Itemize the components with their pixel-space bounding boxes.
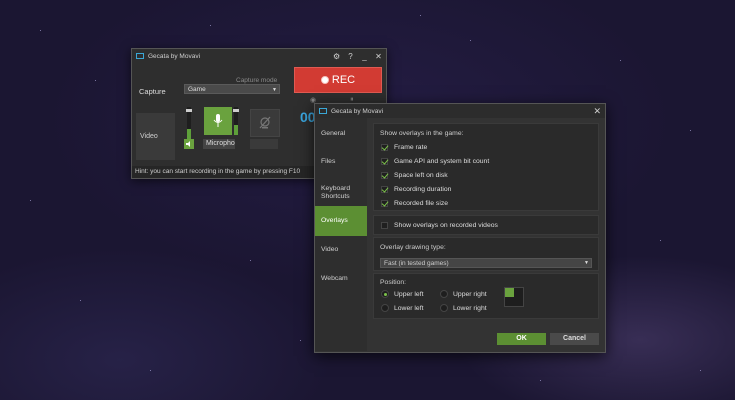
main-titlebar: Gecata by Movavi ⚙ ? _ ✕ <box>132 49 386 63</box>
radio-label: Upper left <box>394 290 424 298</box>
drawing-type-label: Overlay drawing type: <box>380 244 446 251</box>
volume-level-fill <box>187 129 191 139</box>
capture-mode-value: Game <box>188 86 206 93</box>
checkbox-space-left[interactable]: Space left on disk <box>381 172 448 179</box>
checkbox-checked-icon <box>381 158 388 165</box>
capture-mode-label: Capture mode <box>236 77 278 84</box>
mic-slider-handle[interactable] <box>233 109 239 112</box>
cancel-button[interactable]: Cancel <box>550 333 599 345</box>
video-label: Video <box>140 133 158 140</box>
app-logo-icon <box>319 108 327 114</box>
checkbox-label: Recorded file size <box>394 200 449 207</box>
checkbox-label: Frame rate <box>394 144 428 151</box>
sidebar-item-overlays[interactable]: Overlays <box>315 206 367 236</box>
chevron-down-icon: ▼ <box>584 260 589 266</box>
help-icon[interactable]: ? <box>347 52 354 60</box>
checkbox-recorded-file-size[interactable]: Recorded file size <box>381 200 448 207</box>
drawing-type-select[interactable]: Fast (in tested games) ▼ <box>380 258 592 268</box>
radio-lower-right[interactable]: Lower right <box>440 304 487 312</box>
microphone-device-select[interactable]: Microphone <box>203 139 235 149</box>
radio-upper-left[interactable]: Upper left <box>381 290 423 298</box>
radio-label: Lower left <box>394 304 424 312</box>
close-icon[interactable]: ✕ <box>375 52 382 60</box>
capture-label: Capture <box>139 87 166 96</box>
checkbox-label: Space left on disk <box>394 172 448 179</box>
position-preview <box>504 287 524 307</box>
microphone-icon <box>213 114 223 127</box>
app-logo-icon <box>136 53 144 59</box>
checkbox-checked-icon <box>381 186 388 193</box>
position-panel: Position: Upper left Upper right Lower l… <box>373 273 599 319</box>
mic-level-fill <box>234 125 238 135</box>
minimize-icon[interactable]: _ <box>361 52 368 60</box>
settings-sidebar: General Files Keyboard Shortcuts Overlay… <box>315 118 367 351</box>
microphone-volume-slider[interactable] <box>233 107 239 135</box>
record-label: REC <box>331 74 356 86</box>
sidebar-item-files[interactable]: Files <box>315 158 367 165</box>
overlay-options-panel: Show overlays in the game: Frame rate Ga… <box>373 123 599 211</box>
checkbox-checked-icon <box>381 144 388 151</box>
video-source-panel: Video <box>136 113 175 160</box>
webcam-toggle-button[interactable] <box>250 109 280 137</box>
capture-mode-select[interactable]: Game ▼ <box>184 84 280 94</box>
microphone-toggle-button[interactable] <box>204 107 232 135</box>
volume-slider-handle[interactable] <box>186 109 192 112</box>
radio-lower-left[interactable]: Lower left <box>381 304 423 312</box>
radio-unselected-icon <box>440 304 448 312</box>
drawing-type-panel: Overlay drawing type: Fast (in tested ga… <box>373 237 599 271</box>
radio-label: Upper right <box>453 290 487 298</box>
position-preview-highlight <box>505 288 514 297</box>
checkbox-game-api[interactable]: Game API and system bit count <box>381 158 489 165</box>
recorded-videos-panel: Show overlays on recorded videos <box>373 215 599 235</box>
ok-button[interactable]: OK <box>497 333 546 345</box>
record-button[interactable]: REC <box>294 67 382 93</box>
settings-dialog: Gecata by Movavi ✕ General Files Keyboar… <box>314 103 606 353</box>
speaker-toggle-button[interactable] <box>184 139 194 149</box>
close-icon[interactable]: ✕ <box>593 106 601 117</box>
sidebar-item-webcam[interactable]: Webcam <box>315 275 367 282</box>
dialog-title: Gecata by Movavi <box>331 107 384 115</box>
sidebar-item-keyboard-shortcuts[interactable]: Keyboard Shortcuts <box>315 185 365 201</box>
checkbox-label: Recording duration <box>394 186 452 193</box>
checkbox-checked-icon <box>381 172 388 179</box>
settings-gear-icon[interactable]: ⚙ <box>333 52 340 60</box>
sidebar-item-general[interactable]: General <box>315 130 367 137</box>
radio-selected-icon <box>381 290 389 298</box>
radio-unselected-icon <box>381 304 389 312</box>
checkbox-unchecked-icon <box>381 222 388 229</box>
radio-unselected-icon <box>440 290 448 298</box>
main-window-title: Gecata by Movavi <box>148 52 201 60</box>
checkbox-show-on-recorded[interactable]: Show overlays on recorded videos <box>381 222 498 229</box>
checkbox-recording-duration[interactable]: Recording duration <box>381 186 451 193</box>
checkbox-frame-rate[interactable]: Frame rate <box>381 144 427 151</box>
overlays-heading: Show overlays in the game: <box>380 130 464 137</box>
record-dot-icon <box>320 76 329 84</box>
radio-label: Lower right <box>453 304 487 312</box>
speaker-icon <box>186 141 190 147</box>
checkbox-label: Game API and system bit count <box>394 158 490 165</box>
webcam-device-select[interactable] <box>250 139 278 149</box>
radio-upper-right[interactable]: Upper right <box>440 290 487 298</box>
drawing-type-value: Fast (in tested games) <box>384 260 449 267</box>
system-volume-slider[interactable] <box>186 107 192 139</box>
checkbox-label: Show overlays on recorded videos <box>394 222 498 229</box>
webcam-off-icon <box>259 116 271 129</box>
chevron-down-icon: ▼ <box>272 87 277 93</box>
checkbox-checked-icon <box>381 200 388 207</box>
sidebar-item-video[interactable]: Video <box>315 246 367 253</box>
position-label: Position: <box>380 279 407 286</box>
dialog-titlebar: Gecata by Movavi ✕ <box>315 104 605 118</box>
